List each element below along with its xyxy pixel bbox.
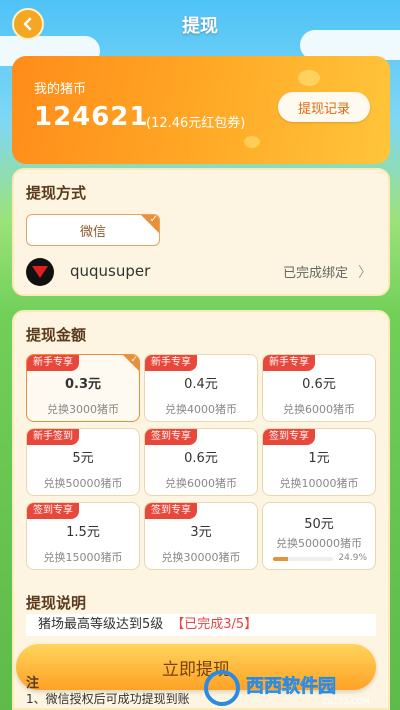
option-exchange: 兑换50000猪币 — [43, 477, 123, 490]
task-status: 【已完成3/5】 — [171, 617, 258, 632]
task-row: 猪场最高等级达到5级 【已完成3/5】 — [26, 614, 376, 636]
option-tag: 签到专享 — [145, 503, 197, 519]
amount-option[interactable]: 签到专享 1元 兑换10000猪币 — [262, 428, 376, 496]
check-icon: ✓ — [141, 215, 159, 233]
task-text: 猪场最高等级达到5级 — [38, 617, 164, 632]
header: 提现 — [0, 0, 400, 48]
amount-title: 提现金额 — [26, 326, 87, 344]
watermark-logo: 西西软件园 CR173.COM — [204, 670, 370, 706]
amount-option[interactable]: 新手签到 5元 兑换50000猪币 — [26, 428, 140, 496]
coin-amount: 124621 — [34, 102, 149, 132]
chevron-right-icon[interactable]: 〉 — [358, 262, 372, 282]
coin-decoration — [298, 70, 320, 86]
option-price: 3元 — [190, 525, 212, 540]
method-title: 提现方式 — [26, 184, 87, 202]
amount-option[interactable]: 50元 兑换500000猪币 24.9% — [262, 502, 376, 570]
coin-decoration — [244, 136, 260, 148]
amount-option[interactable]: 新手专享 ✓ 0.3元 兑换3000猪币 — [26, 354, 140, 422]
amount-option[interactable]: 新手专享 0.4元 兑换4000猪币 — [144, 354, 258, 422]
option-exchange: 兑换500000猪币 — [276, 537, 362, 550]
amount-option[interactable]: 签到专享 0.6元 兑换6000猪币 — [144, 428, 258, 496]
option-tag: 新手专享 — [27, 355, 79, 371]
option-exchange: 兑换6000猪币 — [283, 403, 355, 416]
superman-logo-icon — [32, 266, 48, 278]
bind-status[interactable]: 已完成绑定 — [283, 262, 348, 281]
option-tag: 新手专享 — [145, 355, 197, 371]
amount-option[interactable]: 签到专享 1.5元 兑换15000猪币 — [26, 502, 140, 570]
option-tag: 签到专享 — [263, 429, 315, 445]
option-tag: 签到专享 — [27, 503, 79, 519]
option-exchange: 兑换15000猪币 — [43, 551, 123, 564]
option-price: 50元 — [304, 517, 334, 532]
option-exchange: 兑换30000猪币 — [161, 551, 241, 564]
coin-label: 我的猪币 — [34, 82, 87, 97]
coin-balance-card: 我的猪币 124621 (12.46元红包券) 提现记录 — [12, 56, 390, 164]
avatar — [26, 258, 54, 286]
option-exchange: 兑换10000猪币 — [279, 477, 359, 490]
svg-text:CR173.COM: CR173.COM — [322, 697, 370, 706]
option-exchange: 兑换4000猪币 — [165, 403, 237, 416]
progress-bar — [273, 557, 333, 561]
description-title: 提现说明 — [26, 594, 87, 612]
option-price: 0.4元 — [184, 377, 218, 392]
option-price: 0.6元 — [184, 451, 218, 466]
wechat-option-label: 微信 — [79, 224, 106, 240]
username: ququsuper — [70, 262, 151, 280]
page-title: 提现 — [182, 16, 218, 37]
option-price: 5元 — [72, 451, 94, 466]
option-tag: 新手签到 — [27, 429, 79, 445]
option-price: 0.3元 — [64, 377, 102, 392]
progress-fill — [273, 557, 288, 561]
svg-text:西西软件园: 西西软件园 — [246, 675, 336, 697]
coin-equivalent: (12.46元红包券) — [146, 116, 246, 131]
option-tag: 签到专享 — [145, 429, 197, 445]
option-price: 0.6元 — [302, 377, 336, 392]
wechat-option[interactable]: 微信 ✓ — [26, 214, 160, 246]
option-exchange: 兑换6000猪币 — [165, 477, 237, 490]
check-icon: ✓ — [123, 355, 139, 371]
withdraw-record-button[interactable]: 提现记录 — [278, 92, 370, 122]
note-text: 1、微信授权后可成功提现到账 — [26, 692, 190, 706]
option-price: 1.5元 — [66, 525, 100, 540]
option-price: 1元 — [308, 451, 330, 466]
option-exchange: 兑换3000猪币 — [47, 403, 119, 416]
option-tag: 新手专享 — [263, 355, 315, 371]
withdraw-method-panel: 提现方式 微信 ✓ ququsuper 已完成绑定 〉 — [12, 168, 390, 296]
amount-option[interactable]: 新手专享 0.6元 兑换6000猪币 — [262, 354, 376, 422]
amount-option[interactable]: 签到专享 3元 兑换30000猪币 — [144, 502, 258, 570]
progress-text: 24.9% — [338, 553, 367, 563]
note-heading: 注 — [26, 676, 40, 691]
